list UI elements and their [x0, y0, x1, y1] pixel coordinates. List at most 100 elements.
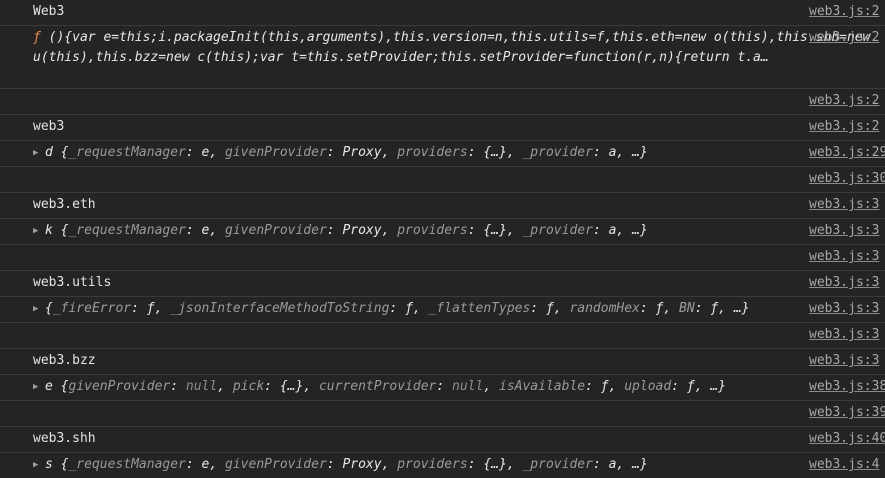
- console-message: Web3 web3.js:2: [0, 0, 885, 26]
- property-key: givenProvider: [225, 457, 327, 472]
- source-link[interactable]: web3.js:38: [809, 375, 885, 398]
- object-class-name: s: [45, 457, 53, 472]
- property-separator: :: [185, 457, 202, 472]
- property-key: BN: [679, 301, 695, 316]
- source-link[interactable]: web3.js:39: [809, 401, 885, 424]
- expand-triangle-icon[interactable]: ▶: [33, 376, 45, 399]
- property-separator: :: [592, 457, 609, 472]
- property-value: {…}: [279, 379, 304, 394]
- property-key: givenProvider: [225, 145, 327, 160]
- property-separator: ,: [381, 145, 398, 160]
- property-separator: ,: [209, 145, 226, 160]
- source-link[interactable]: web3.js:2: [809, 115, 885, 138]
- source-link[interactable]: web3.js:4: [809, 453, 885, 476]
- object-ellipsis: …}: [632, 223, 648, 238]
- source-link[interactable]: web3.js:2: [809, 89, 885, 112]
- property-separator: :: [389, 301, 406, 316]
- console-message: web3.utils web3.js:3: [0, 271, 885, 297]
- expand-triangle-icon[interactable]: ▶: [33, 220, 45, 243]
- property-separator: :: [585, 379, 601, 394]
- console-message: web3.js:39: [0, 401, 885, 427]
- console-message: web3.shh web3.js:40: [0, 427, 885, 453]
- source-link[interactable]: web3.js:3: [809, 271, 885, 294]
- property-key: pick: [232, 379, 265, 394]
- property-separator: ,: [209, 223, 226, 238]
- property-key: _jsonInterfaceMethodToString: [170, 301, 390, 316]
- source-link[interactable]: web3.js:3: [809, 349, 885, 372]
- object-class-name: d: [45, 145, 53, 160]
- property-separator: ,: [553, 301, 570, 316]
- object-preview[interactable]: ▶ e {givenProvider: null, pick: {…}, curr…: [33, 375, 726, 399]
- property-separator: :: [185, 223, 202, 238]
- object-ellipsis: …}: [710, 379, 726, 394]
- source-link[interactable]: web3.js:40: [809, 427, 885, 450]
- console-message: web3.bzz web3.js:3: [0, 349, 885, 375]
- property-separator: ,: [616, 145, 633, 160]
- source-link[interactable]: web3.js:3: [809, 193, 885, 216]
- property-key: _provider: [522, 223, 593, 238]
- source-link[interactable]: web3.js:3: [809, 323, 885, 346]
- source-link[interactable]: web3.js:3: [809, 219, 885, 242]
- property-key: _requestManager: [68, 145, 186, 160]
- property-separator: :: [185, 145, 202, 160]
- property-separator: ,: [217, 379, 233, 394]
- console-message: web3.js:3: [0, 245, 885, 271]
- console-message: web3.js:3: [0, 323, 885, 349]
- property-key: providers: [397, 223, 468, 238]
- property-key: randomHex: [569, 301, 640, 316]
- devtools-console: Web3 web3.js:2 ƒ (){var e=this;i.packageIn…: [0, 0, 885, 478]
- object-ellipsis: …}: [632, 457, 648, 472]
- object-preview[interactable]: ▶ d {_requestManager: e, givenProvider: P…: [33, 141, 648, 165]
- property-value: {…}: [483, 457, 507, 472]
- property-value: ƒ: [545, 301, 554, 316]
- console-message: ▶ k {_requestManager: e, givenProvider: P…: [0, 219, 885, 245]
- property-separator: :: [671, 379, 687, 394]
- property-separator: :: [592, 145, 609, 160]
- property-separator: :: [467, 457, 484, 472]
- source-link[interactable]: web3.js:3: [809, 245, 885, 268]
- property-key: _flattenTypes: [428, 301, 531, 316]
- log-text: web3.eth: [33, 197, 96, 212]
- console-message: ▶ s {_requestManager: e, givenProvider: P…: [0, 453, 885, 478]
- object-class-name: e: [45, 379, 53, 394]
- property-separator: ,: [303, 379, 319, 394]
- log-text: Web3: [33, 4, 65, 19]
- property-separator: :: [326, 223, 343, 238]
- property-separator: :: [170, 379, 186, 394]
- property-separator: ,: [694, 379, 711, 394]
- property-separator: :: [467, 223, 484, 238]
- source-link[interactable]: web3.js:3: [809, 297, 885, 320]
- source-link[interactable]: web3.js:29: [809, 141, 885, 164]
- function-source: ƒ (){var e=this;i.packageInit(this,argum…: [33, 28, 883, 67]
- property-separator: :: [264, 379, 280, 394]
- console-message: web3.js:2: [0, 89, 885, 115]
- property-separator: ,: [506, 457, 523, 472]
- expand-triangle-icon[interactable]: ▶: [33, 454, 45, 477]
- property-value: ƒ: [600, 379, 609, 394]
- property-separator: :: [592, 223, 609, 238]
- property-separator: ,: [616, 457, 633, 472]
- property-key: providers: [397, 457, 468, 472]
- property-value: ƒ: [405, 301, 413, 316]
- console-message: ƒ (){var e=this;i.packageInit(this,argum…: [0, 26, 885, 89]
- property-separator: :: [694, 301, 711, 316]
- console-message: web3.eth web3.js:3: [0, 193, 885, 219]
- property-value: ƒ: [686, 379, 695, 394]
- object-preview[interactable]: ▶ s {_requestManager: e, givenProvider: P…: [33, 453, 648, 477]
- log-text: web3.bzz: [33, 353, 96, 368]
- property-separator: :: [326, 145, 343, 160]
- object-preview[interactable]: ▶ {_fireError: ƒ, _jsonInterfaceMethodToS…: [33, 297, 749, 321]
- source-link[interactable]: web3.js:2: [809, 0, 885, 23]
- source-link[interactable]: web3.js:30: [809, 167, 885, 190]
- property-separator: :: [326, 457, 343, 472]
- property-separator: ,: [154, 301, 171, 316]
- object-brace: {: [45, 301, 53, 316]
- source-link[interactable]: web3.js:2: [809, 26, 885, 49]
- function-keyword: ƒ: [33, 30, 41, 45]
- object-preview[interactable]: ▶ k {_requestManager: e, givenProvider: P…: [33, 219, 648, 243]
- console-message: ▶ {_fireError: ƒ, _jsonInterfaceMethodToS…: [0, 297, 885, 323]
- expand-triangle-icon[interactable]: ▶: [33, 142, 45, 165]
- property-separator: ,: [381, 457, 398, 472]
- expand-triangle-icon[interactable]: ▶: [33, 298, 45, 321]
- property-value: null: [185, 379, 218, 394]
